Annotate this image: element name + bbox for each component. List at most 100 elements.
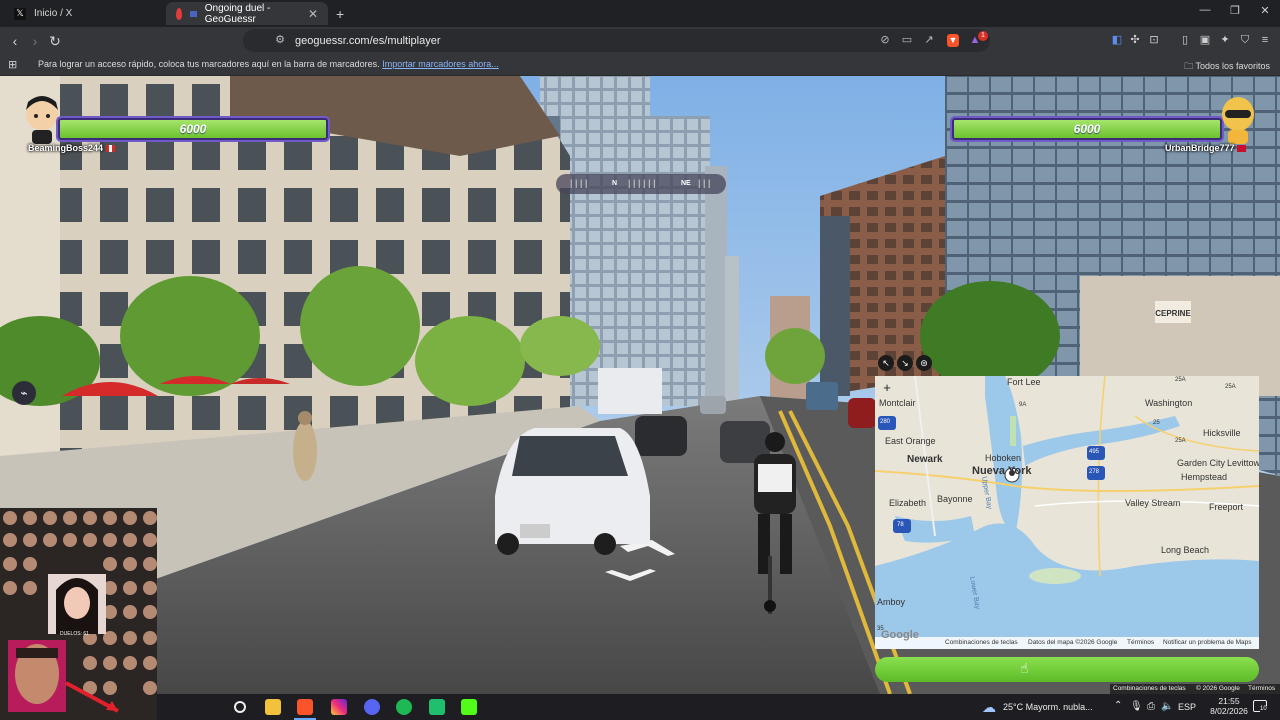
player-left-avatar [26,96,58,144]
volume-icon[interactable]: 🔈 [1161,701,1173,712]
file-explorer-icon[interactable] [265,699,281,715]
import-bookmarks-link[interactable]: Importar marcadores ahora... [382,59,499,69]
menu-icon[interactable]: ≡ [1258,33,1272,47]
guess-map[interactable]: + Fort Lee Washington Montclair East Ora… [875,376,1259,649]
restore-icon[interactable]: ❐ [1220,4,1250,22]
close-tab-icon[interactable]: ✕ [308,7,318,21]
forward-icon[interactable]: › [26,32,44,50]
footer-copyright: © 2026 Google [1196,685,1240,692]
minimize-icon[interactable]: — [1190,4,1220,22]
browser-tab-bar: 𝕏 Inicio / X Ongoing duel - GeoGuessr ✕ … [0,0,1280,27]
notification-count: 10 [1260,706,1267,712]
footer-shortcuts-link[interactable]: Combinaciones de teclas [1113,685,1186,692]
navigation-bar: ‹ › ↻ ⊓ ⚙ geoguessr.com/es/multiplayer ⊘… [0,27,1280,54]
chat-icon[interactable]: ⌁ [12,381,36,405]
map-report-link[interactable]: Notificar un problema de Maps [1163,639,1252,646]
camera-off-icon[interactable]: ⊘ [878,33,892,47]
player-left-health-bar: 6000 [58,118,328,140]
map-label: Montclair [879,398,916,408]
map-pin-icon[interactable]: ⊜ [916,355,932,371]
downloads-icon[interactable]: ⊡ [1147,33,1161,47]
site-info-icon[interactable]: ⚙ [273,33,287,47]
spotify-icon[interactable] [396,699,412,715]
map-label: Hoboken [985,453,1022,463]
new-tab-button[interactable]: + [336,6,344,22]
all-bookmarks-button[interactable]: 🗀 Todos los favoritos [1184,59,1270,75]
map-label: Levittown [1227,458,1259,468]
peru-flag-icon [105,145,115,153]
clock-time: 21:55 [1218,696,1240,706]
map-terms-link[interactable]: Términos [1127,639,1154,646]
chevron-up-icon[interactable]: ⌃ [1114,700,1122,711]
map-label: Freeport [1209,502,1244,512]
app-icon[interactable] [429,699,445,715]
map-zoom-in-button[interactable]: + [879,380,895,396]
compass-northeast: NE [681,180,691,187]
share-icon[interactable]: ↗ [922,33,936,47]
footer-terms-link[interactable]: Términos [1248,685,1275,692]
tab-inicio-x[interactable]: 𝕏 Inicio / X [4,2,164,25]
weather-icon: ☁ [982,699,996,715]
map-expand-icon[interactable]: ↖ [878,355,894,371]
map-label: Valley Stream [1125,498,1181,508]
close-window-icon[interactable]: ✕ [1250,4,1280,22]
map-route-number: 78 [897,522,904,528]
map-label: Newark [907,454,943,465]
url-text[interactable]: geoguessr.com/es/multiplayer [295,35,441,47]
compass-strip: | | | | N | | | | | | NE | | | [556,174,726,194]
folder-icon: 🗀 [1184,61,1194,71]
bookmarks-bar: ⊞ Para lograr un acceso rápido, coloca t… [0,54,1280,76]
vpn-icon[interactable]: ⛉ [1238,33,1252,47]
player-right-avatar [1222,97,1254,144]
network-icon[interactable]: ⎙ [1147,701,1155,712]
map-shrink-icon[interactable]: ↘ [897,355,913,371]
player-right-name: UrbanBridge777 [1165,143,1247,153]
player-right-health: 6000 [1073,122,1101,136]
flag-icon [190,10,197,17]
cast-icon[interactable]: ▭ [900,33,914,47]
sidebar-icon[interactable]: ▯ [1178,33,1192,47]
map-canvas [875,376,1259,649]
notifications-icon[interactable]: 10 [1253,700,1267,712]
map-label: Garden City [1177,458,1226,468]
wallet-icon[interactable]: ▣ [1198,33,1212,47]
page-footer: Combinaciones de teclas © 2026 Google Té… [1110,684,1280,694]
building-sign: CEPRINE [1155,309,1191,318]
discord-icon[interactable] [364,699,380,715]
tab-geoguessr[interactable]: Ongoing duel - GeoGuessr ✕ [166,2,328,25]
map-label: Elizabeth [889,498,927,508]
reload-icon[interactable]: ↻ [46,32,64,50]
map-label: Fort Lee [1007,377,1041,387]
weather-text[interactable]: 25°C Mayorm. nubla... [1003,702,1093,712]
map-label: Nueva York [972,465,1032,477]
map-route-number: 25 [1153,420,1160,426]
map-route-number: 9A [1019,402,1027,408]
map-footer: Google Combinaciones de teclas Datos del… [875,629,1259,649]
map-label: Washington [1145,398,1193,408]
map-data-text: Datos del mapa ©2026 Google [1028,639,1118,646]
apps-grid-icon[interactable]: ⊞ [8,58,17,71]
compass-north: N [612,180,618,187]
player-left-name: BeamingBoss244 [28,143,115,153]
map-route-number: 25A [1225,384,1236,390]
map-shortcuts-link[interactable]: Combinaciones de teclas [945,639,1018,646]
map-label: Amboy [877,597,906,607]
microphone-icon[interactable]: 🎙 [1130,701,1143,712]
back-icon[interactable]: ‹ [6,32,24,50]
clock[interactable]: 21:55 8/02/2026 [1209,696,1249,716]
puzzle-icon[interactable]: ✣ [1128,33,1142,47]
map-route-number: 25A [1175,438,1186,444]
brave-browser-icon[interactable] [297,699,313,715]
guess-button[interactable]: ☝ [875,657,1259,682]
map-route-number: 25A [1175,377,1186,383]
language-indicator[interactable]: ESP [1178,702,1196,712]
search-icon[interactable] [234,701,246,713]
player-left-health: 6000 [179,122,207,136]
kick-icon[interactable] [461,699,477,715]
brave-shield-icon[interactable]: ▼ [947,34,959,47]
extension-icon[interactable]: ◧ [1110,33,1124,47]
instagram-icon[interactable] [331,699,347,715]
clock-date: 8/02/2026 [1210,706,1248,716]
address-bar[interactable]: ⚙ geoguessr.com/es/multiplayer ⊘ ▭ ↗ ▼ ▲… [243,29,990,52]
leo-ai-icon[interactable]: ✦ [1218,33,1232,47]
